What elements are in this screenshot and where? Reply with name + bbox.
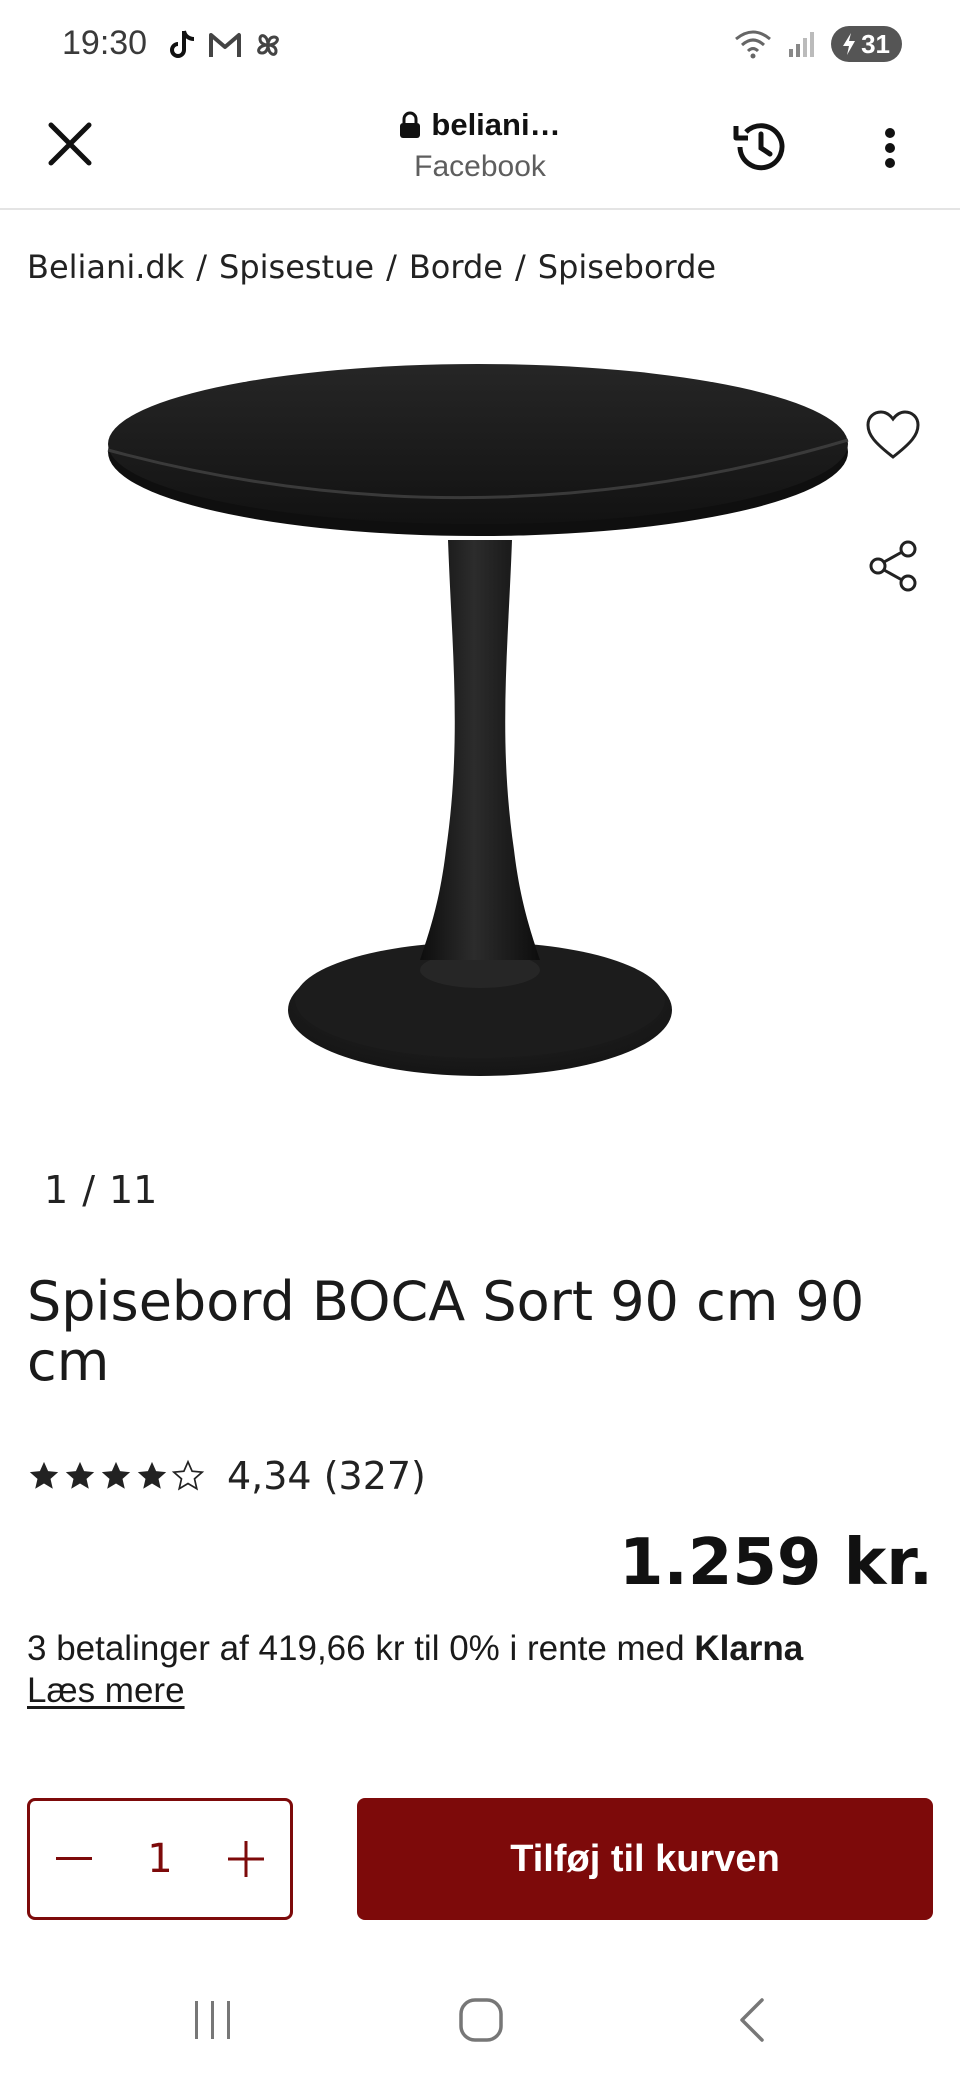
share-icon — [869, 540, 917, 592]
close-button[interactable] — [40, 114, 100, 174]
back-icon — [740, 1998, 764, 2042]
image-counter-total: 11 — [109, 1168, 158, 1212]
close-icon — [48, 122, 92, 166]
rating-stars — [27, 1459, 205, 1493]
battery-level: 31 — [861, 28, 890, 59]
breadcrumb-link-dining-tables[interactable]: Spiseborde — [538, 248, 716, 286]
star-filled-icon — [65, 1461, 95, 1489]
increase-quantity-button[interactable] — [224, 1837, 268, 1881]
url-text: beliani… — [431, 107, 561, 142]
plus-icon — [227, 1841, 264, 1877]
breadcrumb-separator: / — [514, 248, 526, 286]
product-image[interactable] — [0, 320, 960, 1110]
share-button[interactable] — [864, 536, 924, 596]
status-time: 19:30 — [62, 24, 148, 62]
read-more-link[interactable]: Læs mere — [27, 1670, 185, 1712]
lock-icon — [400, 111, 421, 138]
quantity-value[interactable]: 1 — [147, 1836, 172, 1882]
breadcrumb-link-tables[interactable]: Borde — [409, 248, 503, 286]
image-counter-current: 1 — [44, 1168, 69, 1212]
breadcrumb-link-home[interactable]: Beliani.dk — [27, 248, 184, 286]
klarna-payment-info: 3 betalinger af 419,66 kr til 0% i rente… — [27, 1628, 927, 1712]
status-bar: 19:30 31 — [0, 0, 960, 92]
recent-apps-button[interactable] — [178, 1990, 248, 2050]
decrease-quantity-button[interactable] — [52, 1837, 96, 1881]
star-empty-icon — [171, 1459, 205, 1491]
image-counter: 1 / 11 — [44, 1168, 157, 1212]
system-navigation-bar — [0, 1960, 960, 2080]
recent-apps-icon — [195, 2001, 230, 2039]
home-button[interactable] — [446, 1990, 516, 2050]
rating-text: 4,34 (327) — [227, 1454, 426, 1498]
more-options-button[interactable] — [870, 118, 910, 178]
star-filled-icon — [101, 1461, 131, 1489]
url-bar[interactable]: beliani… Facebook — [300, 102, 660, 184]
tiktok-icon — [170, 30, 195, 58]
wishlist-button[interactable] — [862, 404, 924, 466]
product-price: 1.259 kr. — [618, 1526, 933, 1600]
image-counter-separator: / — [82, 1168, 95, 1212]
gmail-icon — [209, 33, 241, 57]
home-icon — [459, 1998, 503, 2042]
quantity-stepper: 1 — [27, 1798, 293, 1920]
more-vert-icon — [885, 128, 895, 168]
product-rating[interactable]: 4,34 (327) — [27, 1454, 426, 1498]
notification-icons — [166, 28, 284, 62]
breadcrumb-link-dining-room[interactable]: Spisestue — [219, 248, 374, 286]
star-filled-icon — [29, 1461, 59, 1489]
history-icon — [733, 123, 785, 171]
wifi-icon — [735, 30, 772, 59]
minus-icon — [56, 1857, 92, 1860]
system-icons: 31 — [733, 26, 902, 62]
back-button[interactable] — [716, 1990, 786, 2050]
browser-toolbar: beliani… Facebook — [0, 92, 960, 210]
breadcrumb: Beliani.dk / Spisestue / Borde / Spisebo… — [27, 248, 716, 286]
url-source: Facebook — [414, 150, 546, 183]
battery-indicator: 31 — [831, 26, 902, 62]
heart-icon — [866, 410, 920, 459]
product-title: Spisebord BOCA Sort 90 cm 90 cm — [27, 1270, 865, 1393]
breadcrumb-separator: / — [386, 248, 397, 286]
klarna-text: 3 betalinger af 419,66 kr til 0% i rente… — [27, 1629, 695, 1668]
klarna-logo: Klarna — [694, 1629, 804, 1668]
history-button[interactable] — [726, 112, 796, 182]
add-to-cart-button[interactable]: Tilføj til kurven — [357, 1798, 933, 1920]
breadcrumb-separator: / — [196, 248, 207, 286]
star-filled-icon — [137, 1461, 167, 1489]
pinwheel-icon — [257, 34, 279, 56]
battery-charging-icon — [843, 33, 856, 55]
table-photo — [107, 364, 849, 1076]
signal-icon — [789, 32, 815, 57]
